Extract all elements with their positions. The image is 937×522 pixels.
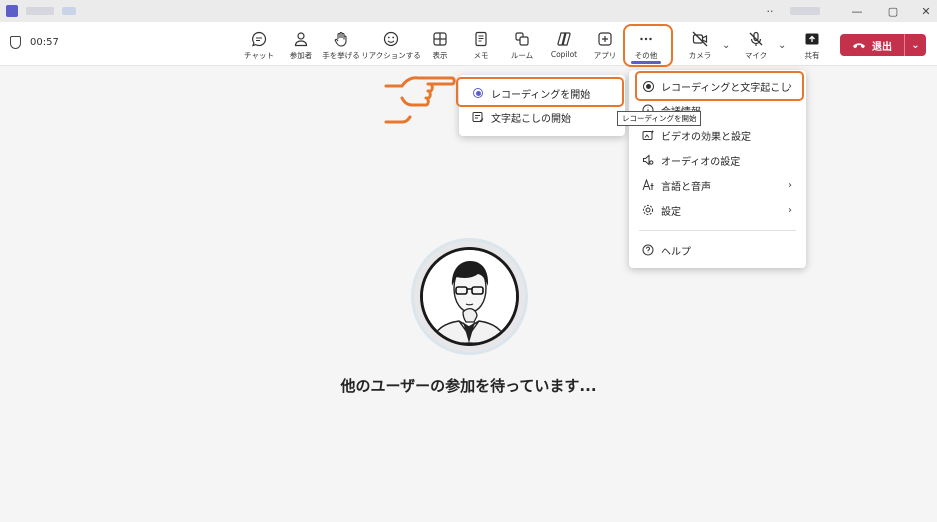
leave-options-chevron-down-icon[interactable]: ⌄ [905, 40, 926, 51]
reaction-button[interactable]: リアクションする [361, 30, 421, 61]
notes-button[interactable]: メモ [459, 30, 503, 61]
transcript-icon [472, 112, 484, 122]
menu-item-settings[interactable]: 設定 › [629, 198, 806, 222]
chat-icon [252, 31, 267, 47]
people-icon [294, 32, 308, 47]
chat-button[interactable]: チャット [237, 30, 281, 61]
copilot-button[interactable]: Copilot [542, 30, 586, 59]
video-effects-icon [642, 130, 654, 140]
mic-button[interactable]: マイク [734, 30, 778, 61]
menu-item-language-speech[interactable]: 言語と音声 › [629, 173, 806, 197]
breakout-rooms-icon [515, 32, 529, 46]
apps-button[interactable]: アプリ [583, 30, 627, 61]
language-icon [642, 179, 653, 191]
settings-icon [642, 204, 654, 216]
camera-off-icon [692, 31, 708, 47]
start-recording-highlight [456, 77, 624, 107]
menu-item-help[interactable]: ヘルプ [629, 238, 806, 262]
leave-label: 退出 [872, 41, 892, 53]
camera-button[interactable]: カメラ [678, 30, 722, 61]
apps-icon [598, 32, 612, 46]
menu-divider [639, 230, 796, 231]
user-portrait-icon [423, 250, 516, 343]
raise-hand-icon [334, 31, 347, 47]
mic-off-icon [749, 31, 763, 46]
call-timer: 00:57 [10, 36, 59, 49]
recording-item-highlight [635, 71, 804, 101]
menu-item-audio-settings[interactable]: オーディオの設定 [629, 148, 806, 172]
submenu-item-start-transcription[interactable]: 文字起こしの開始 [459, 105, 625, 129]
title-more-icon[interactable]: ·· [748, 0, 792, 22]
teams-logo-icon [6, 5, 18, 17]
rooms-button[interactable]: ルーム [500, 30, 544, 61]
speaker-icon [643, 154, 654, 166]
share-button[interactable]: 共有 [790, 30, 834, 61]
timer-text: 00:57 [30, 37, 59, 48]
menu-item-video-effects[interactable]: ビデオの効果と設定 [629, 123, 806, 147]
blurred-badge [62, 7, 76, 15]
emoji-icon [383, 31, 399, 47]
chevron-right-icon: › [788, 204, 792, 216]
grid-view-icon [433, 32, 447, 46]
mic-options-chevron-down-icon[interactable]: ⌄ [778, 40, 786, 51]
shield-icon [10, 36, 21, 49]
camera-options-chevron-down-icon[interactable]: ⌄ [722, 40, 730, 51]
participants-button[interactable]: 参加者 [279, 30, 323, 61]
raise-hand-button[interactable]: 手を挙げる [319, 30, 363, 61]
close-button[interactable]: ✕ [904, 0, 937, 22]
copilot-icon [557, 32, 571, 46]
notes-icon [475, 31, 487, 47]
blurred-account [790, 7, 820, 15]
leave-button[interactable]: 退出 ⌄ [840, 34, 926, 56]
avatar [420, 247, 519, 346]
waiting-message: 他のユーザーの参加を待っています... [340, 377, 597, 395]
chevron-right-icon: › [788, 179, 792, 191]
title-bar: ·· — ▢ ✕ [0, 0, 937, 22]
hang-up-icon [853, 43, 865, 49]
blurred-title [26, 7, 54, 15]
help-icon [642, 244, 654, 256]
view-button[interactable]: 表示 [418, 30, 462, 61]
tooltip: レコーディングを開始 [617, 111, 702, 126]
pointing-hand-icon [384, 76, 456, 124]
share-icon [805, 33, 819, 45]
more-button-highlight [623, 24, 673, 67]
